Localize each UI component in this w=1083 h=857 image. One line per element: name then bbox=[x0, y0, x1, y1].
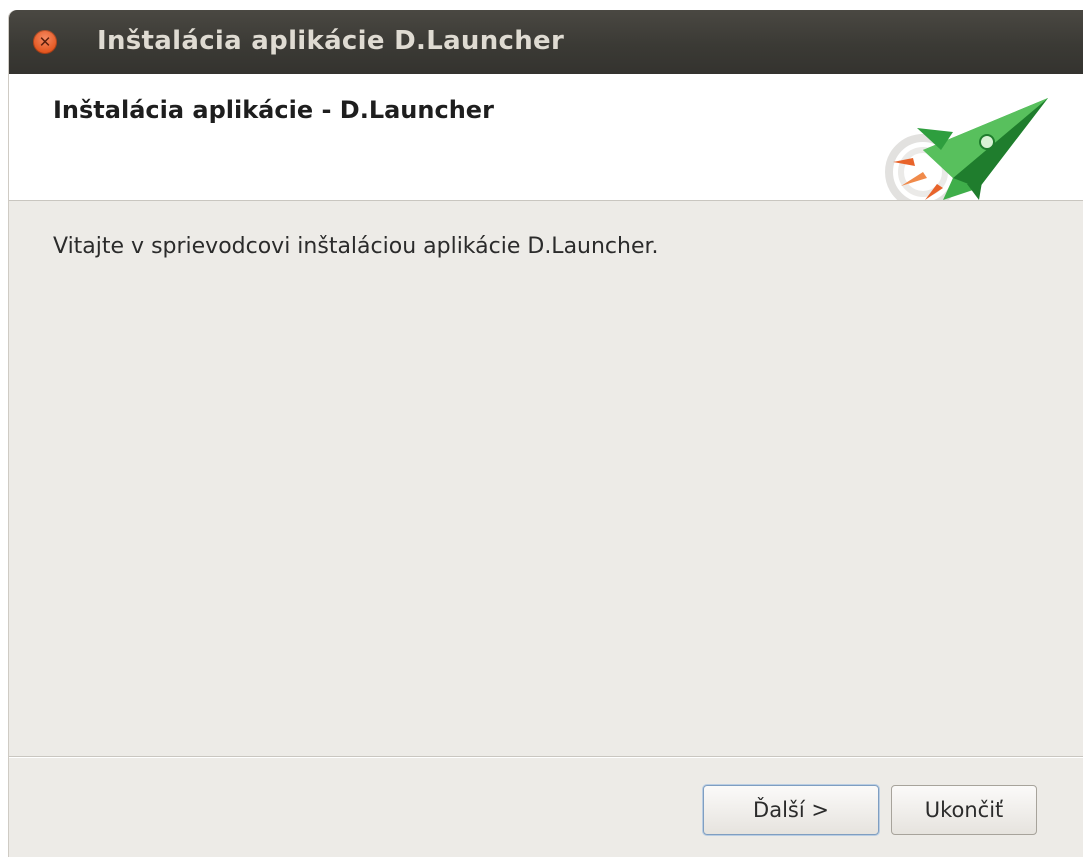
quit-button-label: Ukončiť bbox=[924, 798, 1004, 822]
next-button[interactable]: Ďalší > bbox=[703, 785, 879, 835]
next-button-label: Ďalší > bbox=[753, 798, 829, 822]
footer-divider bbox=[9, 756, 1083, 757]
wizard-header: Inštalácia aplikácie - D.Launcher bbox=[9, 74, 1083, 201]
installer-window: ✕ Inštalácia aplikácie D.Launcher Inštal… bbox=[8, 10, 1083, 857]
page-title: Inštalácia aplikácie - D.Launcher bbox=[53, 96, 494, 124]
close-icon: ✕ bbox=[38, 33, 52, 51]
window-title: Inštalácia aplikácie D.Launcher bbox=[97, 26, 565, 56]
close-window-button[interactable]: ✕ bbox=[33, 30, 57, 54]
quit-button[interactable]: Ukončiť bbox=[891, 785, 1037, 835]
welcome-message: Vitajte v sprievodcovi inštaláciou aplik… bbox=[53, 234, 659, 259]
title-bar[interactable]: ✕ Inštalácia aplikácie D.Launcher bbox=[9, 10, 1083, 74]
rocket-icon bbox=[885, 98, 1048, 200]
